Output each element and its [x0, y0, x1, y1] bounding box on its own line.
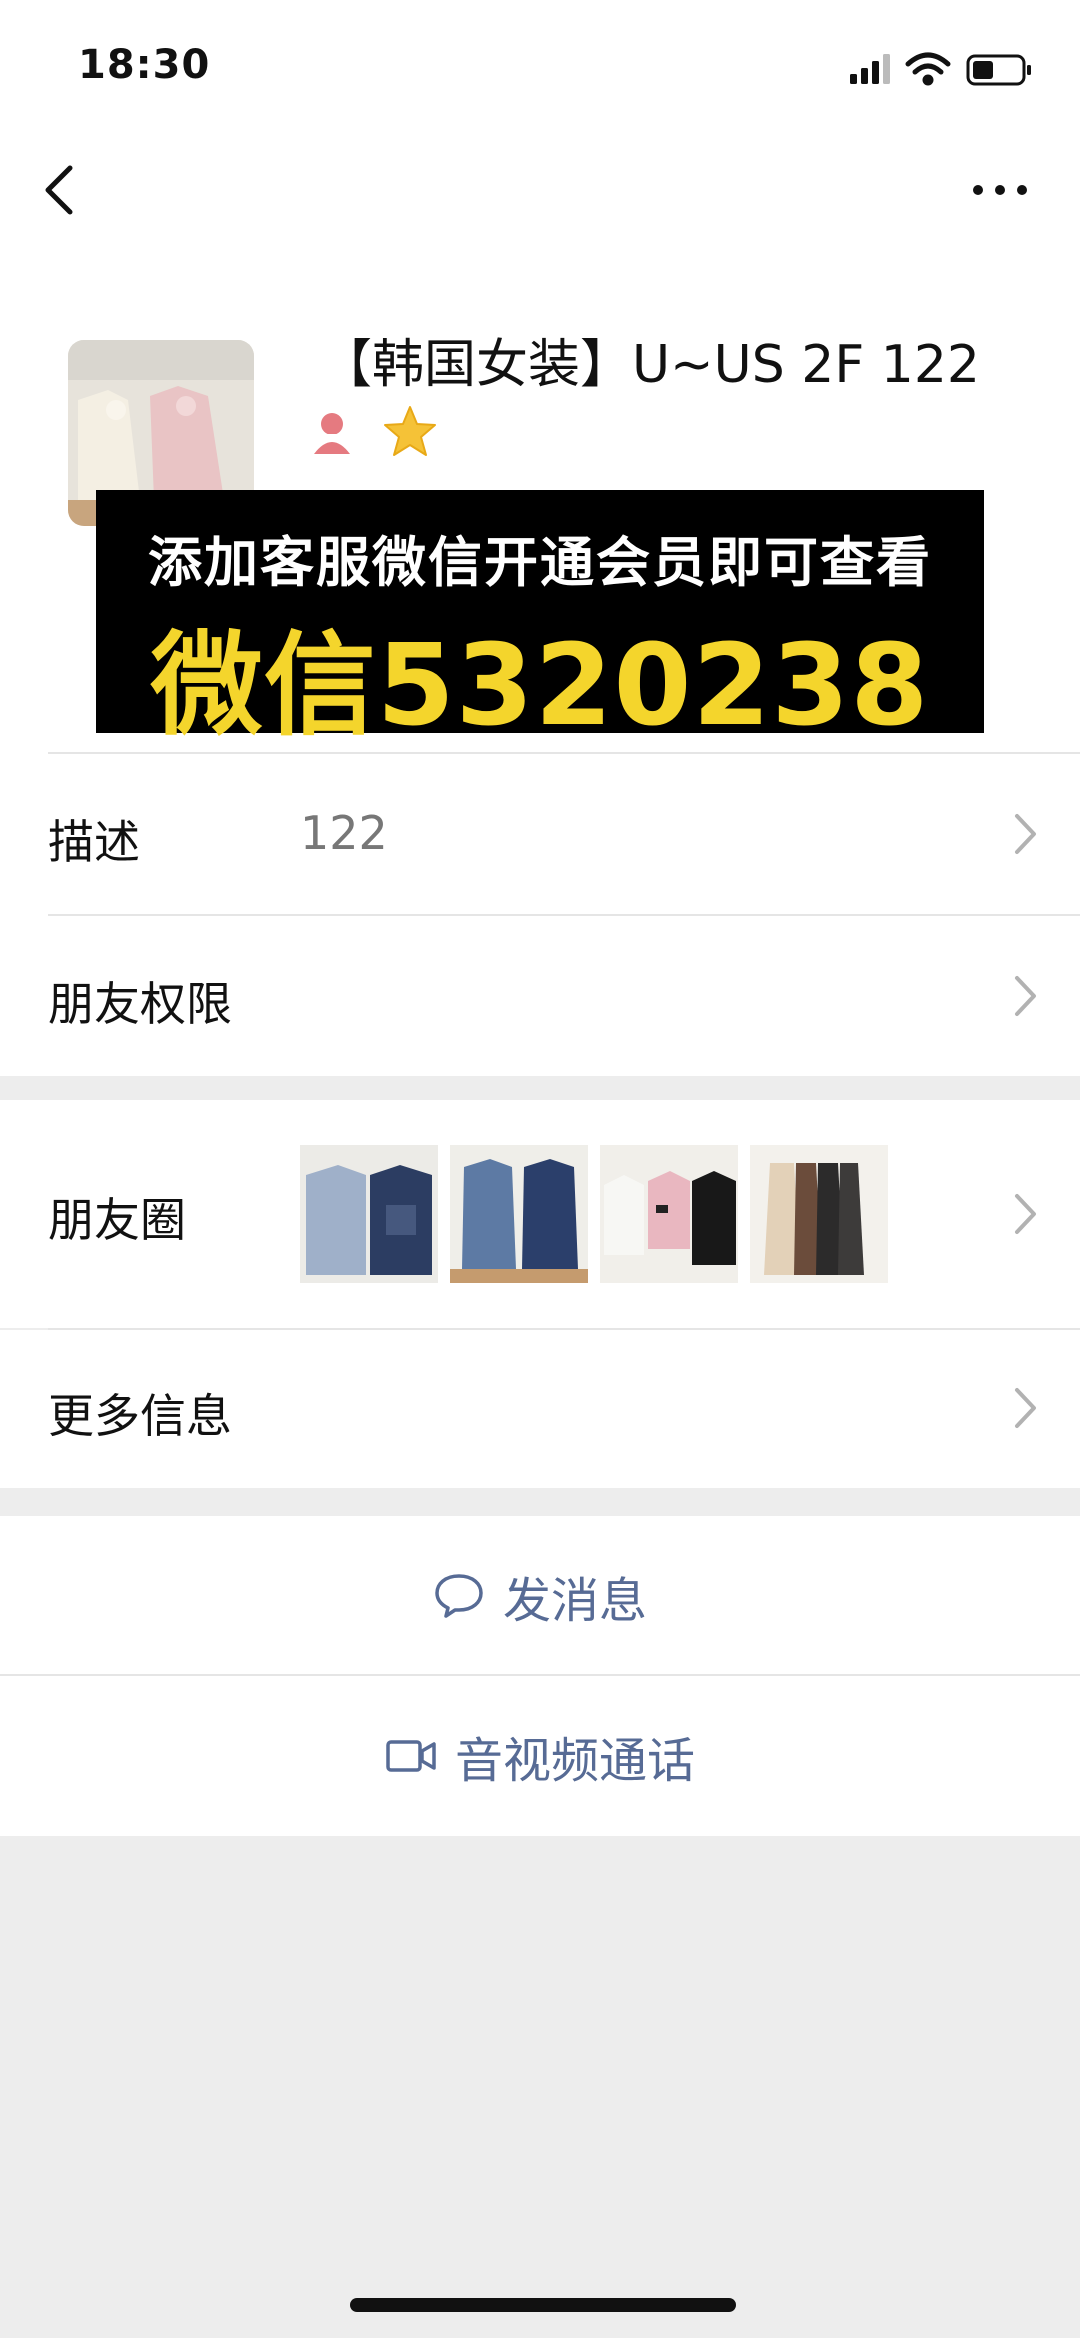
moments-thumbnail — [300, 1145, 438, 1283]
send-message-label: 发消息 — [502, 1573, 647, 1629]
moments-thumbnail — [600, 1145, 738, 1283]
wifi-icon — [905, 52, 951, 86]
star-icon — [384, 406, 436, 456]
chat-bubble-icon — [435, 1574, 483, 1618]
chevron-right-icon — [1015, 976, 1036, 1016]
chevron-right-icon — [1015, 1388, 1036, 1428]
chevron-right-icon — [1015, 814, 1036, 854]
status-time: 18:30 — [78, 42, 211, 88]
description-label: 描述 — [48, 815, 140, 869]
av-call-button[interactable]: 音视频通话 — [0, 1676, 1080, 1836]
friend-permissions-row[interactable]: 朋友权限 — [0, 916, 1080, 1076]
more-info-label: 更多信息 — [48, 1389, 232, 1443]
banner-text: 添加客服微信开通会员即可查看 — [148, 531, 932, 594]
send-message-button[interactable]: 发消息 — [0, 1516, 1080, 1676]
profile-name: 【韩国女装】U~US 2F 122 — [320, 335, 981, 395]
moments-thumbnail — [450, 1145, 588, 1283]
cellular-signal-icon — [850, 54, 890, 84]
status-icons — [850, 52, 1031, 86]
description-row[interactable]: 描述 122 — [0, 754, 1080, 914]
moments-thumbnails — [300, 1145, 900, 1283]
promo-overlay-banner: 添加客服微信开通会员即可查看 微信5320238 — [96, 490, 984, 751]
female-user-icon — [314, 413, 350, 454]
more-info-row[interactable]: 更多信息 — [0, 1330, 1080, 1488]
banner-wechat-id: 微信5320238 — [150, 621, 930, 751]
moments-label: 朋友圈 — [48, 1193, 186, 1247]
chevron-right-icon — [1015, 1194, 1036, 1234]
moments-thumbnail — [750, 1145, 888, 1283]
friend-permissions-label: 朋友权限 — [48, 977, 232, 1031]
moments-row[interactable]: 朋友圈 — [0, 1100, 1080, 1328]
home-indicator[interactable] — [350, 2298, 736, 2312]
chevron-left-icon[interactable] — [40, 160, 80, 220]
battery-icon — [966, 54, 1031, 86]
video-camera-icon — [386, 1740, 436, 1772]
description-value: 122 — [300, 806, 388, 860]
more-dots-icon[interactable] — [970, 170, 1030, 210]
av-call-label: 音视频通话 — [454, 1733, 695, 1789]
contact-profile-page: 18:30 【韩国女装】U~US 2F 122 添加客服微信开通会员即可查看 微… — [0, 0, 1080, 2338]
